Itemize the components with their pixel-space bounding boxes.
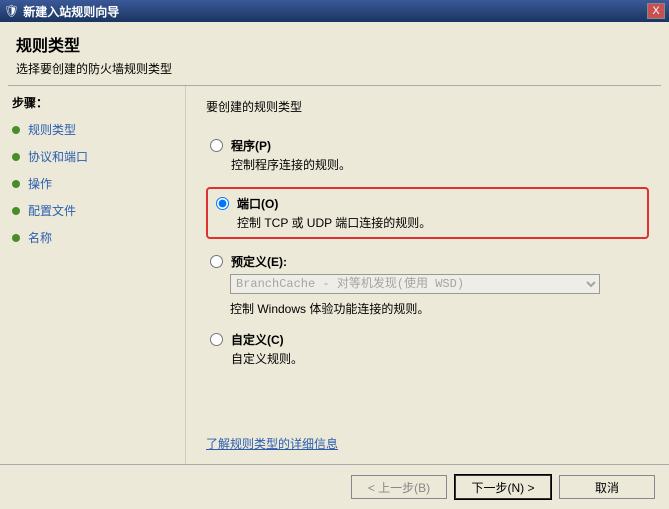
content-question: 要创建的规则类型 (206, 98, 649, 115)
bullet-icon (12, 207, 20, 215)
step-label: 配置文件 (28, 202, 76, 219)
step-profile[interactable]: 配置文件 (12, 202, 173, 219)
step-name[interactable]: 名称 (12, 229, 173, 246)
option-program-title: 程序(P) (231, 137, 649, 154)
option-predefined-title: 预定义(E): (231, 253, 649, 270)
step-label: 协议和端口 (28, 148, 88, 165)
option-program-desc: 控制程序连接的规则。 (231, 156, 649, 173)
step-label: 名称 (28, 229, 52, 246)
next-button[interactable]: 下一步(N) > (455, 475, 551, 499)
cancel-button[interactable]: 取消 (559, 475, 655, 499)
option-port-label[interactable]: 端口(O) 控制 TCP 或 UDP 端口连接的规则。 (216, 195, 643, 231)
title-bar: 🛡 新建入站规则向导 X (0, 0, 669, 22)
option-predefined-desc: 控制 Windows 体验功能连接的规则。 (230, 300, 649, 317)
radio-program[interactable] (210, 139, 223, 152)
predefined-select: BranchCache - 对等机发现(使用 WSD) (230, 274, 600, 294)
bullet-icon (12, 153, 20, 161)
steps-heading: 步骤： (12, 94, 173, 111)
radio-port[interactable] (216, 197, 229, 210)
wizard-footer: < 上一步(B) 下一步(N) > 取消 (0, 464, 669, 509)
bullet-icon (12, 180, 20, 188)
option-custom: 自定义(C) 自定义规则。 (206, 331, 649, 367)
steps-sidebar: 步骤： 规则类型 协议和端口 操作 配置文件 名称 (0, 86, 185, 464)
back-button: < 上一步(B) (351, 475, 447, 499)
content-pane: 要创建的规则类型 程序(P) 控制程序连接的规则。 端口(O) 控制 TCP 或… (185, 86, 669, 464)
radio-predefined[interactable] (210, 255, 223, 268)
option-program-label[interactable]: 程序(P) 控制程序连接的规则。 (210, 137, 649, 173)
option-custom-title: 自定义(C) (231, 331, 649, 348)
option-program: 程序(P) 控制程序连接的规则。 (206, 137, 649, 173)
option-port: 端口(O) 控制 TCP 或 UDP 端口连接的规则。 (212, 195, 643, 231)
bullet-icon (12, 234, 20, 242)
step-rule-type[interactable]: 规则类型 (12, 121, 173, 138)
radio-custom[interactable] (210, 333, 223, 346)
wizard-header: 规则类型 选择要创建的防火墙规则类型 (0, 22, 669, 85)
option-port-title: 端口(O) (237, 195, 643, 212)
option-predefined-label[interactable]: 预定义(E): (210, 253, 649, 270)
window-title: 新建入站规则向导 (23, 3, 647, 20)
app-icon: 🛡 (4, 4, 19, 18)
step-protocol-port[interactable]: 协议和端口 (12, 148, 173, 165)
page-subtitle: 选择要创建的防火墙规则类型 (16, 60, 653, 77)
step-action[interactable]: 操作 (12, 175, 173, 192)
page-title: 规则类型 (16, 32, 653, 56)
option-custom-label[interactable]: 自定义(C) 自定义规则。 (210, 331, 649, 367)
option-predefined: 预定义(E): BranchCache - 对等机发现(使用 WSD) 控制 W… (206, 253, 649, 317)
option-custom-desc: 自定义规则。 (231, 350, 649, 367)
highlighted-option: 端口(O) 控制 TCP 或 UDP 端口连接的规则。 (206, 187, 649, 239)
close-button[interactable]: X (647, 3, 665, 19)
bullet-icon (12, 126, 20, 134)
learn-more-link[interactable]: 了解规则类型的详细信息 (206, 435, 338, 452)
step-label: 规则类型 (28, 121, 76, 138)
step-label: 操作 (28, 175, 52, 192)
option-port-desc: 控制 TCP 或 UDP 端口连接的规则。 (237, 214, 643, 231)
